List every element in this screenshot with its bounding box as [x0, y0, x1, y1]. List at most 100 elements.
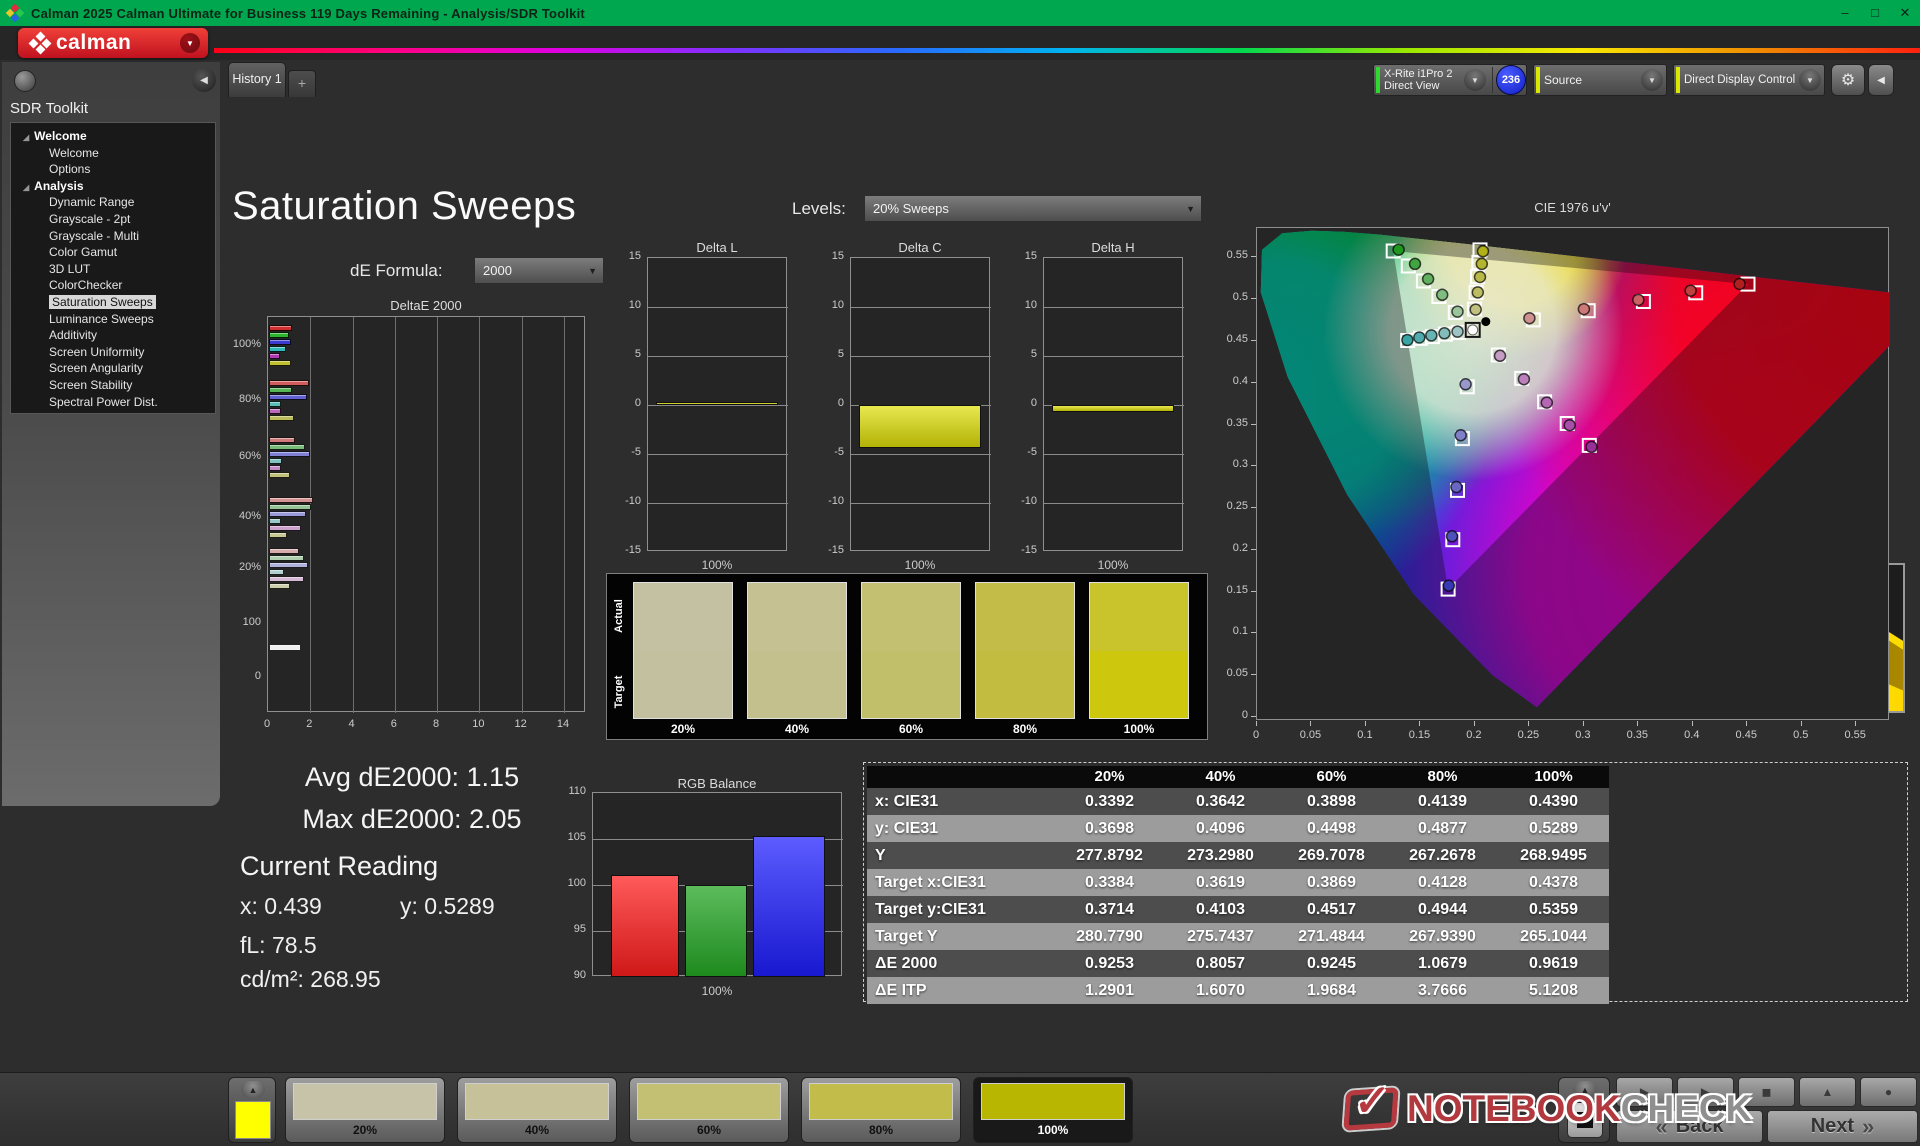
- sidebar-item-3d-lut[interactable]: 3D LUT: [11, 261, 215, 278]
- next-button[interactable]: Next »: [1767, 1110, 1918, 1143]
- window-title: Calman 2025 Calman Ultimate for Business…: [31, 5, 585, 21]
- sidebar-collapse-button[interactable]: ◀: [192, 68, 216, 92]
- actual-target-swatch-strip: Actual Target 20% 40% 60% 80% 100%: [606, 573, 1208, 740]
- sidebar-item-grayscale-multi[interactable]: Grayscale - Multi: [11, 228, 215, 245]
- patch-button-60%[interactable]: 60%: [629, 1077, 789, 1143]
- table-value-cell: 1.2901: [1085, 982, 1134, 999]
- sidebar-item-spectral-power-dist-[interactable]: Spectral Power Dist.: [11, 394, 215, 411]
- delta_c-bar: [859, 405, 981, 448]
- sidebar-item-label: Dynamic Range: [49, 195, 135, 210]
- cie-y-label: 0.2: [1232, 541, 1248, 554]
- swatch-actual: [634, 583, 732, 651]
- sidebar-item-color-gamut[interactable]: Color Gamut: [11, 244, 215, 261]
- target-row-label: Target: [613, 675, 625, 709]
- levels-dropdown[interactable]: 20% Sweeps ▼: [864, 195, 1202, 222]
- sidebar-item-dynamic-range[interactable]: Dynamic Range: [11, 194, 215, 211]
- stop-button[interactable]: [1567, 1102, 1603, 1138]
- sidebar-item-additivity[interactable]: Additivity: [11, 327, 215, 344]
- maximize-button[interactable]: □: [1860, 5, 1890, 21]
- table-value-cell: 269.7078: [1298, 847, 1365, 864]
- deltae-bar-100%-yellow: [269, 360, 292, 366]
- chevron-down-icon: ▼: [1186, 203, 1195, 214]
- swatch-label: 60%: [898, 722, 924, 736]
- cie-measured-red: [1523, 311, 1536, 325]
- rainbow-divider: [214, 48, 1920, 53]
- patch-button-20%[interactable]: 20%: [285, 1077, 445, 1143]
- de-formula-dropdown[interactable]: 2000 ▼: [474, 257, 604, 284]
- sidebar-item-screen-stability[interactable]: Screen Stability: [11, 377, 215, 394]
- table-value-cell: 0.8057: [1196, 955, 1245, 972]
- cie-measured-yellow: [1476, 245, 1490, 258]
- gridline: [851, 454, 991, 455]
- tree-expander-icon[interactable]: ◢: [23, 133, 29, 142]
- tab-history-1[interactable]: History 1: [228, 62, 286, 97]
- table-value-cell: 0.5359: [1529, 901, 1578, 918]
- sidebar-item-label: Analysis: [34, 178, 84, 193]
- swatch-40%: [747, 582, 847, 719]
- sidebar-radio-button[interactable]: [14, 70, 36, 92]
- source-dropdown[interactable]: Source ▼: [1533, 64, 1667, 96]
- table-row-label: Target Y: [875, 928, 938, 945]
- table-value-cell: 3.7666: [1418, 982, 1467, 999]
- collapse-panel-button[interactable]: ◀: [1868, 64, 1894, 96]
- swatch-label: 20%: [670, 722, 696, 736]
- table-value-cell: 0.4139: [1418, 793, 1467, 810]
- patch-color: [637, 1083, 781, 1120]
- add-tab-button[interactable]: +: [288, 70, 316, 97]
- delta_l-y-label: -5: [631, 446, 641, 458]
- patch-button-40%[interactable]: 40%: [457, 1077, 617, 1143]
- chevron-down-icon: ▼: [1799, 69, 1821, 91]
- current-patch-swatch: [235, 1101, 271, 1139]
- cie-measured-green: [1408, 257, 1422, 271]
- table-value-cell: 0.4096: [1196, 820, 1245, 837]
- patch-button-80%[interactable]: 80%: [801, 1077, 961, 1143]
- calman-menu-button[interactable]: calman ▼: [18, 28, 208, 58]
- patch-button-100%[interactable]: 100%: [973, 1077, 1133, 1143]
- sidebar-item-label: Saturation Sweeps: [49, 294, 156, 309]
- table-value-cell: 1.9684: [1307, 982, 1356, 999]
- delta_h-title: Delta H: [1091, 240, 1135, 255]
- swatch-target: [862, 650, 960, 718]
- table-col-header: 80%: [1427, 768, 1458, 785]
- cie-plot-area: [1256, 227, 1920, 720]
- sidebar-item-grayscale-2pt[interactable]: Grayscale - 2pt: [11, 211, 215, 228]
- sidebar-item-colorchecker[interactable]: ColorChecker: [11, 277, 215, 294]
- scroll-up-button[interactable]: ▲: [1573, 1081, 1597, 1098]
- sidebar-item-screen-angularity[interactable]: Screen Angularity: [11, 360, 215, 377]
- delta_c-y-label: 0: [837, 397, 844, 409]
- sidebar-item-options[interactable]: Options: [11, 161, 215, 178]
- avg-de2000: Avg dE2000: 1.15: [304, 762, 520, 792]
- chevron-down-icon: ▼: [1641, 69, 1663, 91]
- scroll-up-button[interactable]: ▲: [241, 1081, 265, 1098]
- transport-button-5[interactable]: ●: [1860, 1077, 1917, 1107]
- sidebar-item-screen-uniformity[interactable]: Screen Uniformity: [11, 344, 215, 361]
- transport-button-4[interactable]: ▲: [1799, 1077, 1856, 1107]
- transport-button-3[interactable]: ◼: [1738, 1077, 1795, 1107]
- tick: [1419, 721, 1421, 726]
- display-control-dropdown[interactable]: Direct Display Control ▼: [1673, 64, 1825, 96]
- swatch-actual: [748, 583, 846, 651]
- minimize-button[interactable]: –: [1830, 5, 1860, 21]
- meter-count-badge[interactable]: 236: [1496, 65, 1526, 95]
- transport-button-1[interactable]: ▶: [1616, 1077, 1673, 1107]
- transport-button-2[interactable]: ▶: [1677, 1077, 1734, 1107]
- sidebar-item-label: Spectral Power Dist.: [49, 394, 158, 409]
- sidebar-item-welcome[interactable]: ◢ Welcome: [11, 128, 215, 145]
- rgb-y-label: 100: [567, 877, 586, 889]
- swatch-label: 100%: [1123, 722, 1155, 736]
- tree-expander-icon[interactable]: ◢: [23, 183, 29, 192]
- table-value-cell: 0.4498: [1307, 820, 1356, 837]
- sidebar-item-saturation-sweeps[interactable]: Saturation Sweeps: [11, 294, 215, 311]
- gridline: [648, 405, 788, 406]
- sidebar-item-analysis[interactable]: ◢ Analysis: [11, 178, 215, 195]
- delta_h-y-label: 15: [1024, 250, 1037, 262]
- levels-label: Levels:: [792, 199, 846, 218]
- deltae-bar-80%-yellow: [269, 415, 295, 421]
- sidebar-item-welcome[interactable]: Welcome: [11, 145, 215, 162]
- table-value-cell: 0.3384: [1085, 874, 1134, 891]
- sidebar-item-luminance-sweeps[interactable]: Luminance Sweeps: [11, 311, 215, 328]
- close-button[interactable]: ✕: [1890, 5, 1920, 21]
- settings-button[interactable]: ⚙: [1831, 64, 1865, 96]
- meter-dropdown[interactable]: X-Rite i1Pro 2 Direct View ▼ 236: [1373, 64, 1527, 96]
- back-button[interactable]: « Back: [1616, 1110, 1763, 1143]
